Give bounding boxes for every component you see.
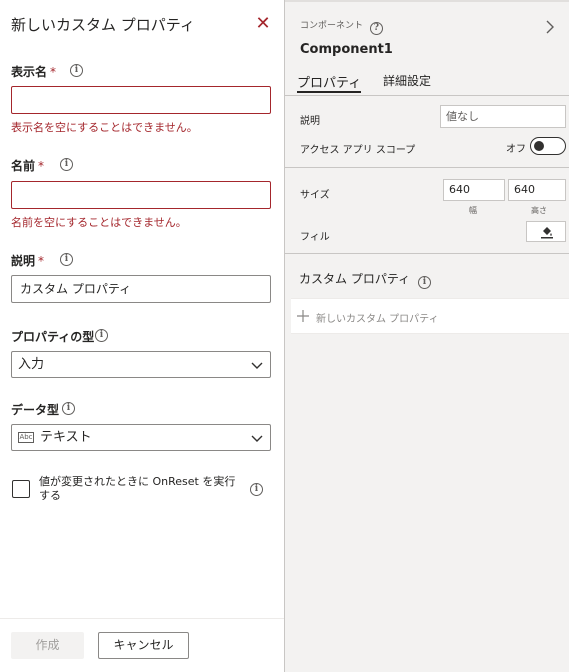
name-label: 名前 * bbox=[11, 159, 45, 173]
panel-description-input[interactable]: 値なし bbox=[440, 105, 566, 128]
dialog-title: 新しいカスタム プロパティ bbox=[11, 16, 195, 34]
onreset-checkbox-label: 値が変更されたときに OnReset を実行する bbox=[39, 475, 236, 502]
active-tab-indicator bbox=[297, 91, 361, 93]
description-info-icon[interactable]: i bbox=[60, 253, 73, 266]
chevron-down-icon bbox=[251, 435, 263, 442]
component-name: Component1 bbox=[300, 42, 393, 57]
access-scope-toggle[interactable] bbox=[530, 137, 566, 155]
property-type-dropdown[interactable]: 入力 bbox=[11, 351, 271, 378]
size-label: サイズ bbox=[300, 190, 330, 201]
property-type-info-icon[interactable]: i bbox=[95, 329, 108, 342]
create-button[interactable]: 作成 bbox=[11, 632, 84, 659]
access-scope-state: オフ bbox=[506, 144, 526, 155]
property-type-label: プロパティの型 bbox=[11, 330, 95, 344]
text-type-icon: Abc bbox=[18, 432, 34, 443]
description-input[interactable]: カスタム プロパティ bbox=[11, 275, 271, 303]
custom-properties-title: カスタム プロパティ i bbox=[299, 270, 431, 289]
paint-bucket-icon bbox=[541, 227, 553, 239]
data-type-value: テキスト bbox=[40, 430, 92, 445]
data-type-info-icon[interactable]: i bbox=[62, 402, 75, 415]
property-type-value: 入力 bbox=[18, 357, 45, 372]
height-input[interactable]: 640 bbox=[508, 179, 566, 201]
width-caption: 幅 bbox=[469, 206, 477, 215]
tab-properties[interactable]: プロパティ bbox=[297, 72, 361, 91]
display-name-input[interactable] bbox=[11, 86, 271, 114]
component-info-icon[interactable]: ? bbox=[369, 22, 383, 35]
custom-properties-info-icon[interactable]: i bbox=[417, 276, 431, 289]
data-type-dropdown[interactable]: Abc テキスト bbox=[11, 424, 271, 451]
name-error: 名前を空にすることはできません。 bbox=[11, 216, 187, 229]
width-input[interactable]: 640 bbox=[443, 179, 505, 201]
cancel-button[interactable]: キャンセル bbox=[98, 632, 189, 659]
plus-icon bbox=[297, 310, 309, 322]
name-input[interactable] bbox=[11, 181, 271, 209]
new-custom-property-dialog: 新しいカスタム プロパティ ✕ 表示名 * i 表示名を空にすることはできません。… bbox=[0, 0, 284, 672]
properties-panel: コンポーネント ? Component1 プロパティ 詳細設定 説明 値なし ア… bbox=[285, 0, 569, 672]
chevron-down-icon bbox=[251, 362, 263, 369]
height-caption: 高さ bbox=[531, 206, 547, 215]
new-custom-property-label: 新しいカスタム プロパティ bbox=[316, 314, 439, 325]
access-scope-label: アクセス アプリ スコープ bbox=[300, 145, 416, 156]
display-name-error: 表示名を空にすることはできません。 bbox=[11, 121, 198, 134]
onreset-info-icon[interactable]: i bbox=[250, 483, 263, 496]
name-info-icon[interactable]: i bbox=[60, 158, 73, 171]
display-name-info-icon[interactable]: i bbox=[70, 64, 83, 77]
fill-color-picker[interactable] bbox=[526, 221, 566, 242]
new-custom-property-button[interactable]: 新しいカスタム プロパティ bbox=[291, 298, 569, 334]
component-kind-label: コンポーネント ? bbox=[300, 18, 383, 35]
fill-label: フィル bbox=[300, 232, 330, 243]
panel-description-label: 説明 bbox=[300, 116, 320, 127]
data-type-label: データ型 bbox=[11, 403, 60, 417]
close-icon[interactable]: ✕ bbox=[252, 13, 274, 35]
tab-advanced[interactable]: 詳細設定 bbox=[383, 72, 431, 89]
footer-divider bbox=[0, 618, 284, 619]
chevron-right-icon[interactable] bbox=[543, 18, 557, 36]
description-label: 説明 * bbox=[11, 254, 45, 268]
onreset-checkbox[interactable] bbox=[12, 480, 30, 498]
display-name-label: 表示名 * bbox=[11, 65, 57, 79]
